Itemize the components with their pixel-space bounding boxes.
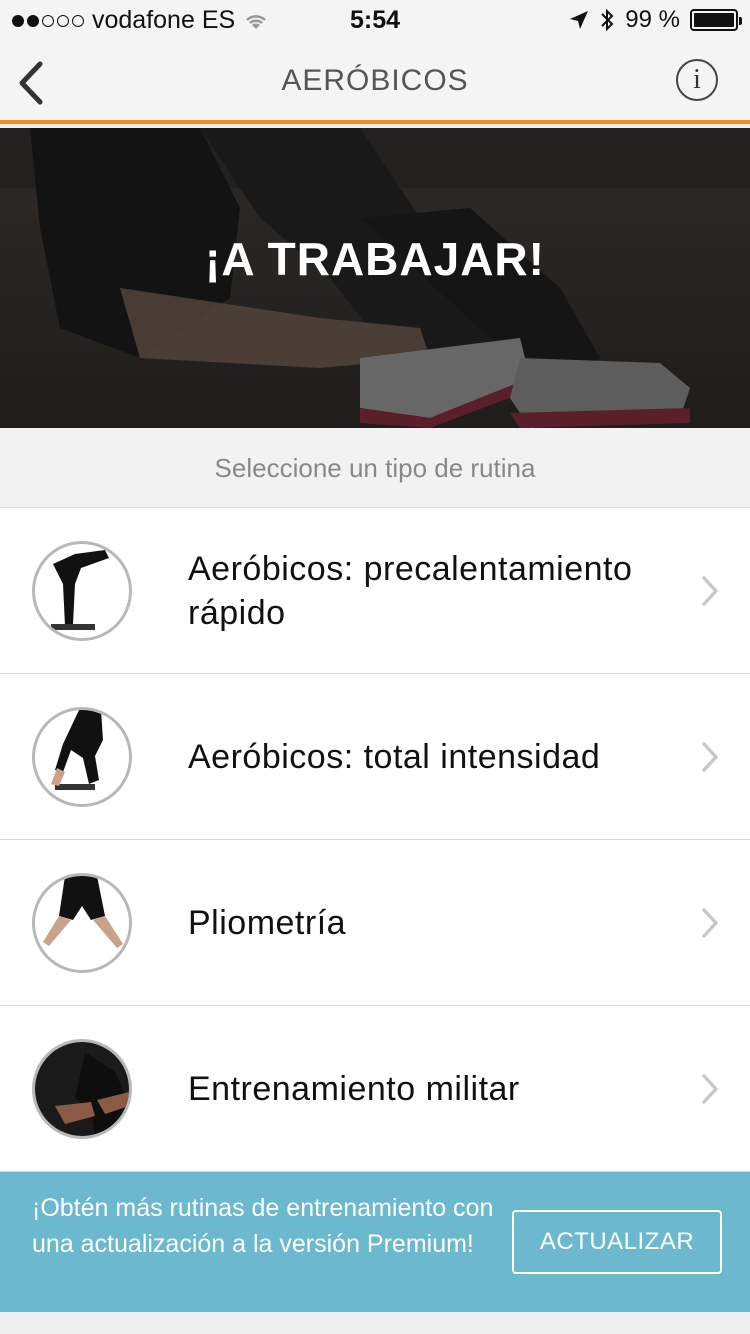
chevron-right-icon (702, 742, 718, 772)
promo-text: ¡Obtén más rutinas de entrenamiento con … (32, 1194, 494, 1258)
routine-label: Pliometría (188, 904, 347, 942)
bluetooth-icon (601, 8, 614, 32)
upgrade-button[interactable]: ACTUALIZAR (512, 1210, 722, 1274)
location-arrow-icon (570, 11, 589, 29)
page-title: AERÓBICOS (281, 64, 469, 97)
navigation-bar: AERÓBICOS i (0, 42, 750, 124)
premium-promo-banner: ¡Obtén más rutinas de entrenamiento con … (0, 1172, 750, 1312)
info-icon[interactable]: i (676, 59, 718, 101)
section-subheader: Seleccione un tipo de rutina (0, 428, 750, 508)
routine-item-plyometrics[interactable]: Pliometría (0, 840, 750, 1006)
hero-banner: ¡A TRABAJAR! (0, 128, 750, 428)
hero-title: ¡A TRABAJAR! (205, 233, 545, 285)
chevron-right-icon (702, 1074, 718, 1104)
jump-figure-icon (32, 873, 132, 973)
stretch-figure-icon (32, 541, 132, 641)
chevron-right-icon (702, 576, 718, 606)
battery-icon (690, 9, 742, 31)
routine-item-military[interactable]: Entrenamiento militar (0, 1006, 750, 1172)
lunge-figure-icon (32, 707, 132, 807)
routine-label: Aeróbicos: precalentamiento rápido (188, 550, 633, 632)
pushup-figure-icon (32, 1039, 132, 1139)
routine-item-intensity[interactable]: Aeróbicos: total intensidad (0, 674, 750, 840)
status-bar: vodafone ES 5:54 99 % (0, 0, 750, 42)
routine-label: Entrenamiento militar (188, 1070, 520, 1108)
chevron-right-icon (702, 908, 718, 938)
routine-item-warmup[interactable]: Aeróbicos: precalentamiento rápido (0, 508, 750, 674)
status-right: 99 % (569, 6, 742, 34)
routine-label: Aeróbicos: total intensidad (188, 738, 601, 776)
battery-percent: 99 % (625, 6, 680, 33)
subheader-text: Seleccione un tipo de rutina (214, 453, 536, 483)
routine-list: Aeróbicos: precalentamiento rápido Aerób… (0, 508, 750, 1172)
